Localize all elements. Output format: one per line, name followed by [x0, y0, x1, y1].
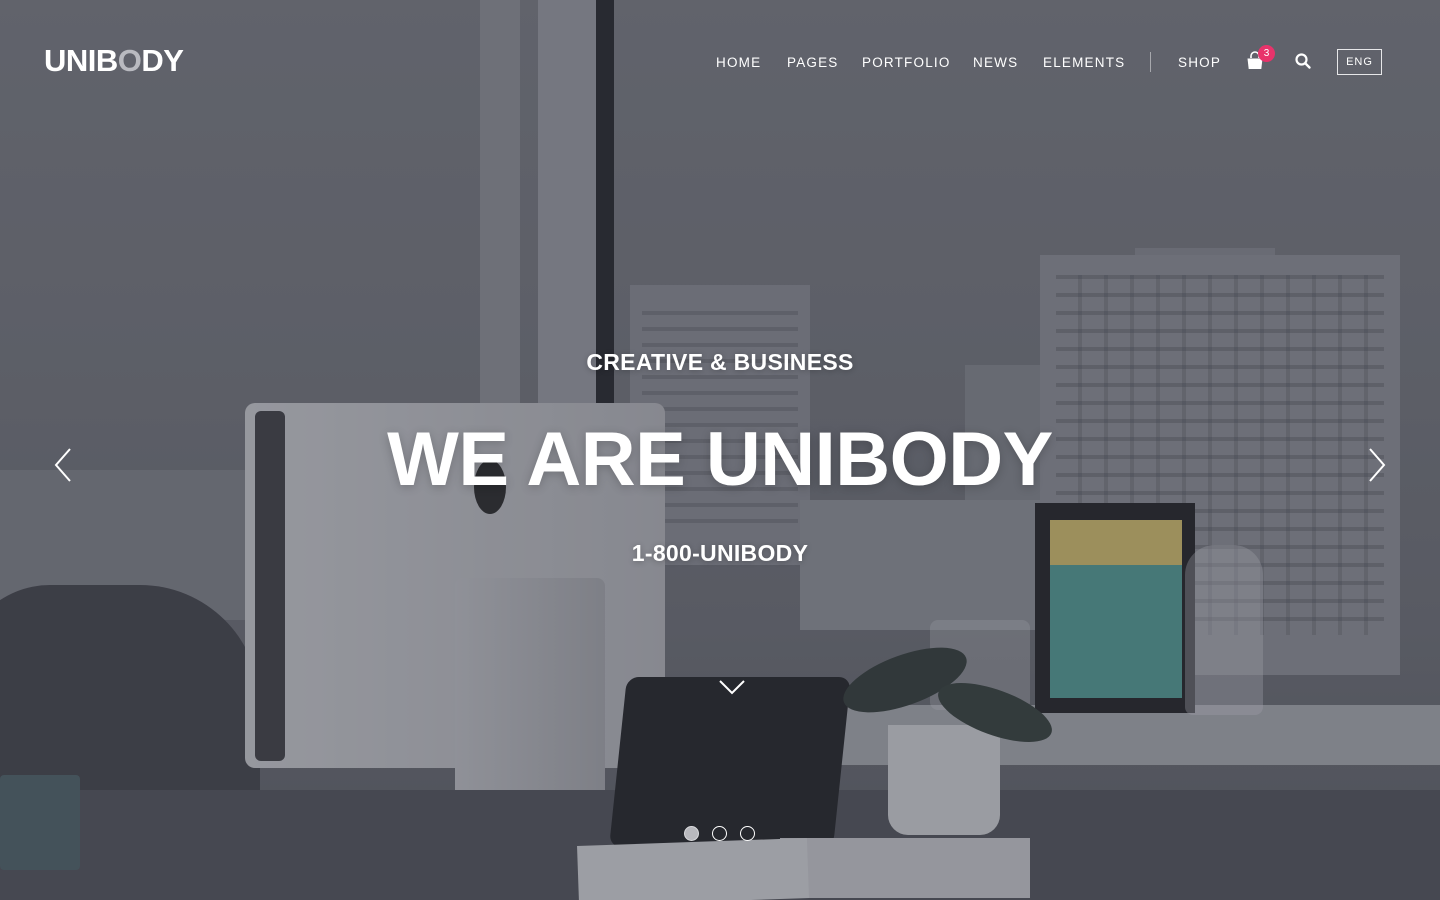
slider-dot-1[interactable] — [684, 826, 699, 841]
search-icon[interactable] — [1294, 52, 1312, 70]
logo-text-o: O — [117, 43, 142, 78]
nav-item-pages[interactable]: PAGES — [787, 55, 839, 70]
hero-headline: WE ARE UNIBODY — [387, 417, 1053, 502]
nav-item-shop[interactable]: SHOP — [1178, 55, 1221, 70]
slider-dot-3[interactable] — [740, 826, 755, 841]
nav-item-news[interactable]: NEWS — [973, 55, 1018, 70]
hero-phone[interactable]: 1-800-UNIBODY — [0, 540, 1440, 567]
hero-section: UNIBODY HOME PAGES PORTFOLIO NEWS ELEMEN… — [0, 0, 1440, 900]
cart-count-badge: 3 — [1258, 45, 1275, 62]
site-logo[interactable]: UNIBODY — [44, 43, 184, 79]
nav-divider — [1150, 52, 1151, 72]
chevron-right-icon[interactable] — [1362, 444, 1392, 486]
slider-pagination — [684, 826, 755, 841]
chevron-left-icon[interactable] — [48, 444, 78, 486]
nav-item-portfolio[interactable]: PORTFOLIO — [862, 55, 951, 70]
language-selector[interactable]: ENG — [1337, 49, 1382, 75]
nav-item-home[interactable]: HOME — [716, 55, 761, 70]
logo-text-suffix: DY — [141, 43, 184, 78]
nav-item-elements[interactable]: ELEMENTS — [1043, 55, 1125, 70]
slider-dot-2[interactable] — [712, 826, 727, 841]
hero-eyebrow: CREATIVE & BUSINESS — [586, 349, 854, 375]
logo-text-prefix: UNIB — [44, 43, 118, 78]
chevron-down-icon[interactable] — [717, 676, 747, 698]
